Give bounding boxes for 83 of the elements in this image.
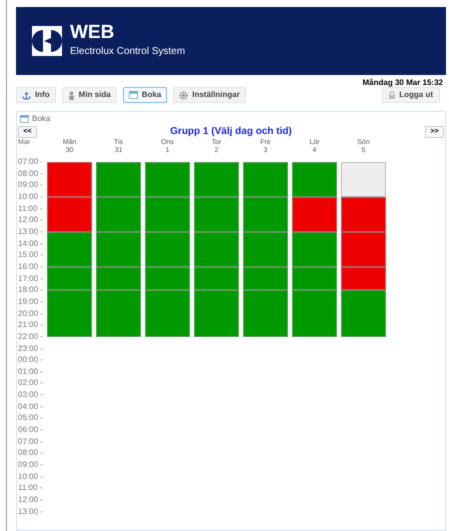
- time-label: 03:00 -: [18, 389, 44, 401]
- time-slot[interactable]: [96, 267, 141, 290]
- time-slot[interactable]: [292, 197, 337, 232]
- nav-tab[interactable]: Inställningar: [173, 87, 246, 103]
- header-subtitle: Electrolux Control System: [70, 45, 186, 59]
- time-slot[interactable]: [341, 162, 386, 197]
- time-slot[interactable]: [47, 267, 92, 290]
- time-label: 23:00 -: [18, 342, 44, 354]
- time-slot[interactable]: [243, 162, 288, 197]
- time-slot[interactable]: [96, 197, 141, 232]
- anchor-icon: [22, 90, 31, 100]
- time-slot[interactable]: [145, 290, 190, 337]
- time-slot[interactable]: [194, 290, 239, 337]
- nav-tab[interactable]: Boka: [122, 87, 168, 103]
- time-slot[interactable]: [341, 197, 386, 232]
- time-slot[interactable]: [341, 232, 386, 267]
- time-label: 12:00 -: [18, 214, 44, 226]
- time-label: 02:00 -: [18, 377, 44, 390]
- time-label: 14:00 -: [18, 238, 44, 250]
- time-label: 10:00 -: [18, 470, 44, 482]
- time-slot[interactable]: [194, 197, 239, 232]
- time-slot[interactable]: [194, 267, 239, 290]
- time-label: 08:00 -: [18, 168, 44, 180]
- time-label: 04:00 -: [18, 400, 44, 412]
- time-label: 12:00 -: [18, 494, 44, 506]
- time-slot[interactable]: [47, 197, 92, 232]
- time-label: 06:00 -: [18, 424, 44, 436]
- time-slot[interactable]: [47, 162, 92, 197]
- time-label: 21:00 -: [18, 319, 44, 331]
- time-label: 17:00 -: [18, 272, 44, 284]
- time-label: 05:00 -: [18, 412, 44, 424]
- time-label: 13:00 -: [18, 226, 44, 238]
- time-slot[interactable]: [96, 162, 141, 197]
- time-slot[interactable]: [47, 290, 92, 337]
- time-label: 01:00 -: [18, 366, 44, 378]
- time-slot[interactable]: [341, 267, 386, 290]
- time-slot[interactable]: [96, 290, 141, 337]
- time-slot[interactable]: [292, 290, 337, 337]
- nav-tab[interactable]: Min sida: [62, 87, 117, 103]
- time-label: 18:00 -: [18, 284, 44, 296]
- time-slot[interactable]: [243, 290, 288, 337]
- logo-icon: [32, 26, 62, 56]
- time-label: 15:00 -: [18, 249, 44, 261]
- time-label: 07:00 -: [18, 436, 44, 448]
- time-slot[interactable]: [47, 232, 92, 267]
- time-label: 11:00 -: [18, 482, 44, 494]
- time-label: 07:00 -: [18, 156, 44, 168]
- time-label: 08:00 -: [18, 447, 44, 460]
- time-slot[interactable]: [96, 232, 141, 267]
- person-icon: [68, 90, 75, 100]
- calendar-icon: [128, 91, 138, 99]
- time-slot[interactable]: [194, 162, 239, 197]
- nav-tab[interactable]: Info: [16, 87, 56, 103]
- time-slot[interactable]: [145, 267, 190, 290]
- logout-button[interactable]: Logga ut: [382, 87, 440, 103]
- time-label: 13:00 -: [18, 506, 44, 518]
- time-label: 10:00 -: [18, 190, 44, 203]
- time-slot[interactable]: [292, 162, 337, 197]
- time-slot[interactable]: [145, 162, 190, 197]
- time-label: 09:00 -: [18, 459, 44, 471]
- date-time: Måndag 30 Mar 15:32: [362, 78, 443, 88]
- panel-title: Boka: [32, 113, 50, 125]
- time-slot[interactable]: [243, 267, 288, 290]
- time-slot[interactable]: [243, 197, 288, 232]
- time-label: 16:00 -: [18, 260, 44, 273]
- calendar-heading: Grupp 1 (Välj dag och tid): [169, 125, 293, 139]
- time-label: 00:00 -: [18, 354, 44, 366]
- lock-icon: [389, 91, 396, 99]
- header-title: WEB: [70, 23, 116, 43]
- time-slot[interactable]: [243, 232, 288, 267]
- time-label: 09:00 -: [18, 179, 44, 191]
- time-label: 20:00 -: [18, 308, 44, 320]
- time-label: 19:00 -: [18, 296, 44, 308]
- time-slot[interactable]: [292, 267, 337, 290]
- time-label: 11:00 -: [18, 202, 44, 214]
- time-slot[interactable]: [194, 232, 239, 267]
- time-slot[interactable]: [145, 197, 190, 232]
- time-slot[interactable]: [292, 232, 337, 267]
- time-slot[interactable]: [145, 232, 190, 267]
- calendar-icon: [20, 115, 29, 123]
- time-slot[interactable]: [341, 290, 386, 337]
- time-label: 22:00 -: [18, 330, 44, 342]
- gear-icon: [179, 90, 188, 100]
